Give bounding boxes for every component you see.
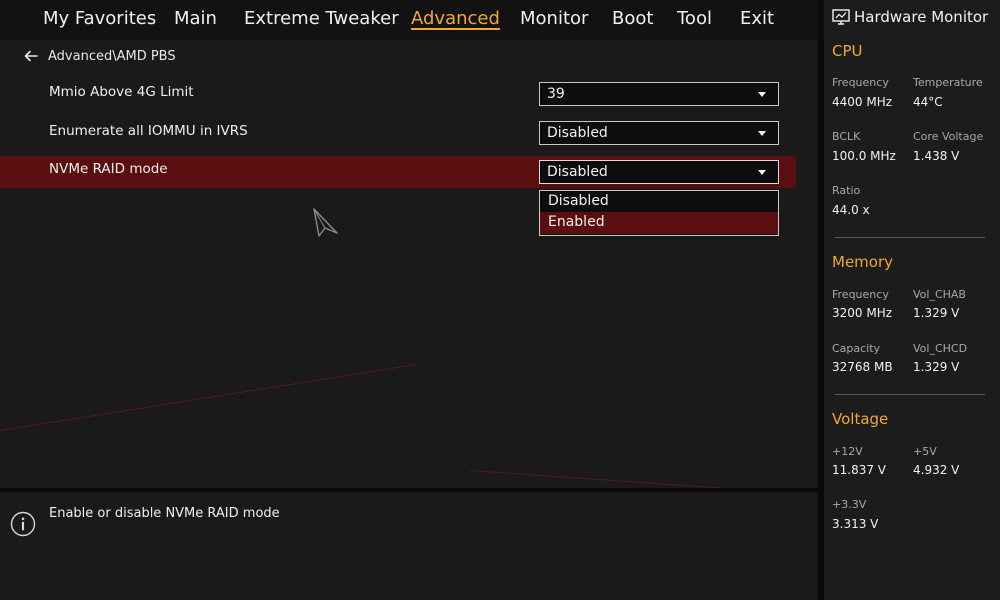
- help-panel: Enable or disable NVMe RAID mode: [0, 492, 818, 600]
- v33-label: +3.3V: [832, 498, 867, 511]
- cpu-section-title: CPU: [832, 42, 863, 60]
- setting-label: NVMe RAID mode: [49, 161, 168, 177]
- section-divider: [835, 237, 985, 238]
- tab-advanced[interactable]: Advanced: [411, 0, 500, 40]
- tab-monitor[interactable]: Monitor: [520, 0, 588, 40]
- info-icon: [10, 511, 36, 537]
- v33-value: 3.313 V: [832, 517, 879, 531]
- mmio-limit-select[interactable]: 39: [539, 82, 779, 106]
- tab-my-favorites[interactable]: My Favorites: [43, 0, 156, 40]
- setting-label: Enumerate all IOMMU in IVRS: [49, 123, 248, 139]
- core-voltage-value: 1.438 V: [913, 149, 960, 163]
- top-tab-bar: My Favorites Main Extreme Tweaker Advanc…: [0, 0, 818, 40]
- ratio-label: Ratio: [832, 184, 861, 197]
- core-voltage-label: Core Voltage: [913, 130, 984, 143]
- memory-frequency-value: 3200 MHz: [832, 306, 893, 320]
- caret-down-icon: [758, 92, 766, 97]
- setting-label: Mmio Above 4G Limit: [49, 84, 194, 100]
- setting-row-enumerate-iommu[interactable]: Enumerate all IOMMU in IVRS Disabled: [0, 118, 796, 150]
- select-value: Disabled: [547, 164, 608, 180]
- setting-row-nvme-raid-mode[interactable]: NVMe RAID mode Disabled: [0, 156, 796, 188]
- nvme-raid-dropdown: Disabled Enabled: [539, 190, 779, 236]
- voltage-section-title: Voltage: [832, 410, 889, 428]
- v5-label: +5V: [913, 445, 937, 458]
- mouse-cursor-icon: [313, 208, 338, 237]
- bclk-label: BCLK: [832, 130, 861, 143]
- v5-value: 4.932 V: [913, 463, 960, 477]
- tab-main[interactable]: Main: [174, 0, 217, 40]
- cpu-frequency-label: Frequency: [832, 76, 889, 89]
- hardware-monitor-title: Hardware Monitor: [854, 8, 989, 26]
- capacity-label: Capacity: [832, 342, 881, 355]
- select-value: 39: [547, 86, 565, 102]
- tab-boot[interactable]: Boot: [612, 0, 653, 40]
- dropdown-option-enabled[interactable]: Enabled: [540, 212, 778, 234]
- memory-frequency-label: Frequency: [832, 288, 889, 301]
- dropdown-option-disabled[interactable]: Disabled: [540, 191, 778, 213]
- caret-down-icon: [758, 170, 766, 175]
- background-streak: [0, 364, 415, 431]
- tab-exit[interactable]: Exit: [740, 0, 774, 40]
- ratio-value: 44.0 x: [832, 203, 870, 217]
- hardware-monitor-header: Hardware Monitor: [832, 6, 988, 28]
- setting-row-mmio-above-4g[interactable]: Mmio Above 4G Limit 39: [0, 79, 796, 111]
- tab-extreme-tweaker[interactable]: Extreme Tweaker: [244, 0, 399, 40]
- cpu-frequency-value: 4400 MHz: [832, 95, 893, 109]
- cpu-temperature-label: Temperature: [913, 76, 983, 89]
- cpu-temperature-value: 44°C: [913, 95, 943, 109]
- background-streak: [469, 470, 818, 488]
- back-arrow-icon[interactable]: [22, 47, 40, 65]
- iommu-select[interactable]: Disabled: [539, 121, 779, 145]
- bios-window: My Favorites Main Extreme Tweaker Advanc…: [0, 0, 1000, 600]
- vol-chcd-label: Vol_CHCD: [913, 342, 968, 355]
- vol-chcd-value: 1.329 V: [913, 360, 960, 374]
- section-divider: [835, 394, 985, 395]
- capacity-value: 32768 MB: [832, 360, 893, 374]
- monitor-icon: [832, 9, 850, 25]
- bclk-value: 100.0 MHz: [832, 149, 896, 163]
- breadcrumb: Advanced\AMD PBS: [22, 46, 176, 66]
- vol-chab-value: 1.329 V: [913, 306, 960, 320]
- help-description: Enable or disable NVMe RAID mode: [49, 506, 280, 521]
- v12-label: +12V: [832, 445, 863, 458]
- tab-tool[interactable]: Tool: [677, 0, 712, 40]
- breadcrumb-path: Advanced\AMD PBS: [48, 48, 176, 64]
- hardware-monitor-panel: Hardware Monitor CPU Frequency Temperatu…: [824, 0, 1000, 600]
- settings-panel: Advanced\AMD PBS Mmio Above 4G Limit 39 …: [0, 40, 818, 488]
- vol-chab-label: Vol_CHAB: [913, 288, 966, 301]
- v12-value: 11.837 V: [832, 463, 887, 477]
- nvme-raid-select[interactable]: Disabled: [539, 160, 779, 184]
- select-value: Disabled: [547, 125, 608, 141]
- caret-down-icon: [758, 131, 766, 136]
- memory-section-title: Memory: [832, 253, 894, 271]
